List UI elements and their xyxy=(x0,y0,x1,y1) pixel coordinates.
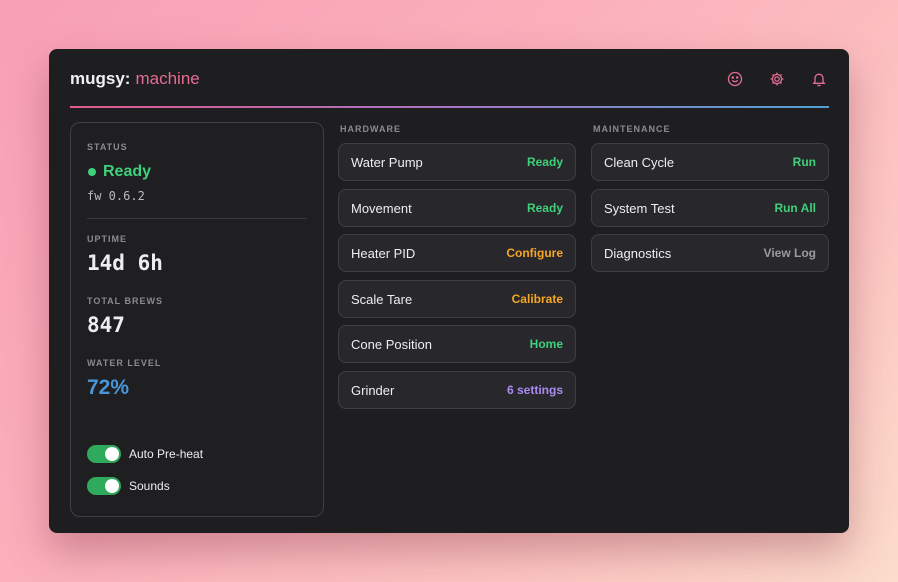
auto-preheat-toggle[interactable] xyxy=(87,445,121,463)
maintenance-item-label: Diagnostics xyxy=(604,246,672,261)
smile-icon[interactable] xyxy=(725,69,745,89)
header-icons xyxy=(703,69,829,89)
hardware-item-water-pump[interactable]: Water Pump Ready xyxy=(338,143,576,181)
maintenance-title: MAINTENANCE xyxy=(593,124,671,134)
hardware-item-label: Water Pump xyxy=(351,155,423,170)
status-label: STATUS xyxy=(87,142,128,152)
firmware-version: fw 0.6.2 xyxy=(87,189,145,203)
hardware-item-label: Heater PID xyxy=(351,246,416,261)
maintenance-item-action[interactable]: Run All xyxy=(774,201,816,215)
maintenance-item-label: System Test xyxy=(604,200,675,216)
total-brews-label: TOTAL BREWS xyxy=(87,296,163,306)
water-level-value: 72% xyxy=(87,376,130,399)
bell-icon[interactable] xyxy=(809,69,829,89)
total-brews-value: 847 xyxy=(87,313,125,337)
app-title: mugsy: machine xyxy=(70,69,200,89)
hardware-item-heater-pid[interactable]: Heater PID Configure xyxy=(338,234,576,272)
toggle-knob xyxy=(105,479,119,493)
hardware-item-action[interactable]: Ready xyxy=(527,155,563,169)
gear-icon[interactable] xyxy=(767,69,787,89)
sounds-toggle[interactable] xyxy=(87,477,121,495)
header: mugsy: machine xyxy=(70,69,829,107)
hardware-item-label: Scale Tare xyxy=(351,291,413,307)
status-value: Ready xyxy=(103,163,152,180)
water-level-label: WATER LEVEL xyxy=(87,358,162,368)
app-window: mugsy: machine STATUS Ready fw 0.6.2 UPTI… xyxy=(49,49,849,533)
header-divider xyxy=(70,106,829,108)
uptime-label: UPTIME xyxy=(87,234,128,244)
status-card: STATUS Ready fw 0.6.2 UPTIME 14d 6h TOTA… xyxy=(70,122,324,517)
toggle-auto-preheat: Auto Pre-heat xyxy=(87,444,203,464)
toggle-sounds: Sounds xyxy=(87,476,170,496)
hardware-item-cone-position[interactable]: Cone Position Home xyxy=(338,325,576,363)
sounds-label: Sounds xyxy=(129,479,170,493)
maintenance-item-action[interactable]: View Log xyxy=(764,246,816,260)
hardware-item-action[interactable]: Calibrate xyxy=(512,292,563,306)
hardware-item-label: Grinder xyxy=(351,382,395,398)
hardware-item-action[interactable]: Configure xyxy=(506,246,563,260)
maintenance-item-action[interactable]: Run xyxy=(793,155,816,169)
maintenance-item-diagnostics[interactable]: Diagnostics View Log xyxy=(591,234,829,272)
hardware-item-grinder[interactable]: Grinder 6 settings xyxy=(338,370,576,409)
maintenance-item-clean-cycle[interactable]: Clean Cycle Run xyxy=(591,143,829,181)
hardware-item-label: Movement xyxy=(351,200,412,216)
brand-name: mugsy: xyxy=(70,69,131,88)
maintenance-item-label: Clean Cycle xyxy=(604,155,675,170)
status-dot xyxy=(88,168,96,176)
hardware-item-label: Cone Position xyxy=(351,337,432,352)
auto-preheat-label: Auto Pre-heat xyxy=(129,447,204,461)
brand-subtitle: machine xyxy=(135,69,200,88)
hardware-item-action[interactable]: Home xyxy=(530,337,563,351)
uptime-value: 14d 6h xyxy=(87,251,163,275)
hardware-item-action[interactable]: Ready xyxy=(527,201,563,215)
maintenance-item-system-test[interactable]: System Test Run All xyxy=(591,188,829,227)
hardware-item-movement[interactable]: Movement Ready xyxy=(338,188,576,227)
hardware-title: HARDWARE xyxy=(340,124,401,134)
toggle-knob xyxy=(105,447,119,461)
status-divider xyxy=(87,218,307,219)
hardware-item-scale-tare[interactable]: Scale Tare Calibrate xyxy=(338,279,576,318)
hardware-item-action[interactable]: 6 settings xyxy=(507,383,563,397)
